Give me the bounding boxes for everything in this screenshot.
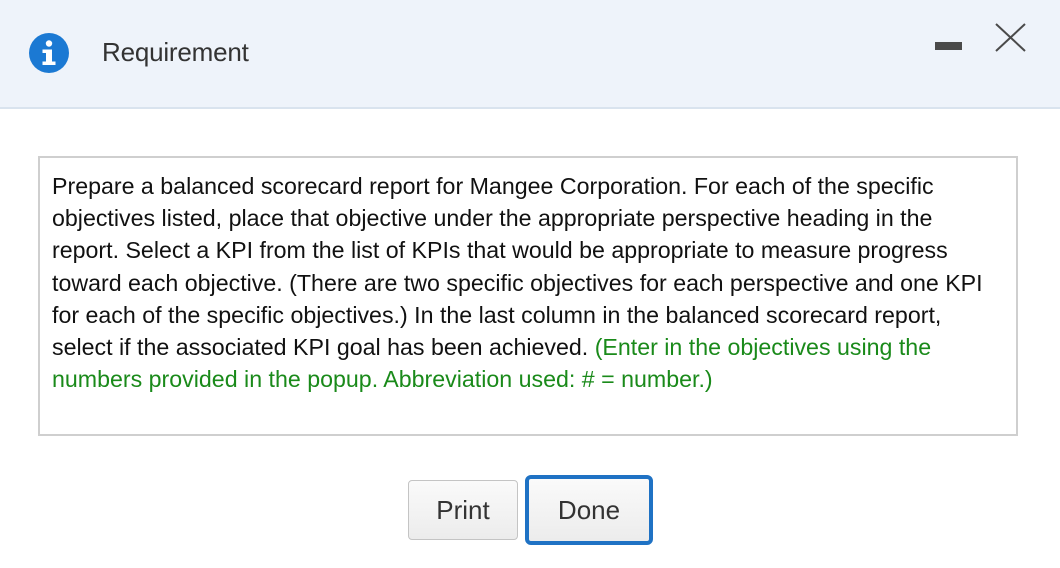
instruction-text: Prepare a balanced scorecard report for … <box>52 170 1004 395</box>
instruction-main-text: Prepare a balanced scorecard report for … <box>52 173 983 361</box>
minimize-button[interactable] <box>929 30 969 64</box>
instruction-box: Prepare a balanced scorecard report for … <box>38 156 1018 436</box>
info-icon <box>29 33 69 73</box>
close-button[interactable] <box>990 18 1032 58</box>
dialog-header: Requirement <box>0 0 1060 109</box>
print-button[interactable]: Print <box>408 480 518 540</box>
close-icon <box>995 23 1026 52</box>
minimize-icon <box>935 42 962 50</box>
dialog-title: Requirement <box>102 37 249 67</box>
done-button[interactable]: Done <box>525 475 653 545</box>
